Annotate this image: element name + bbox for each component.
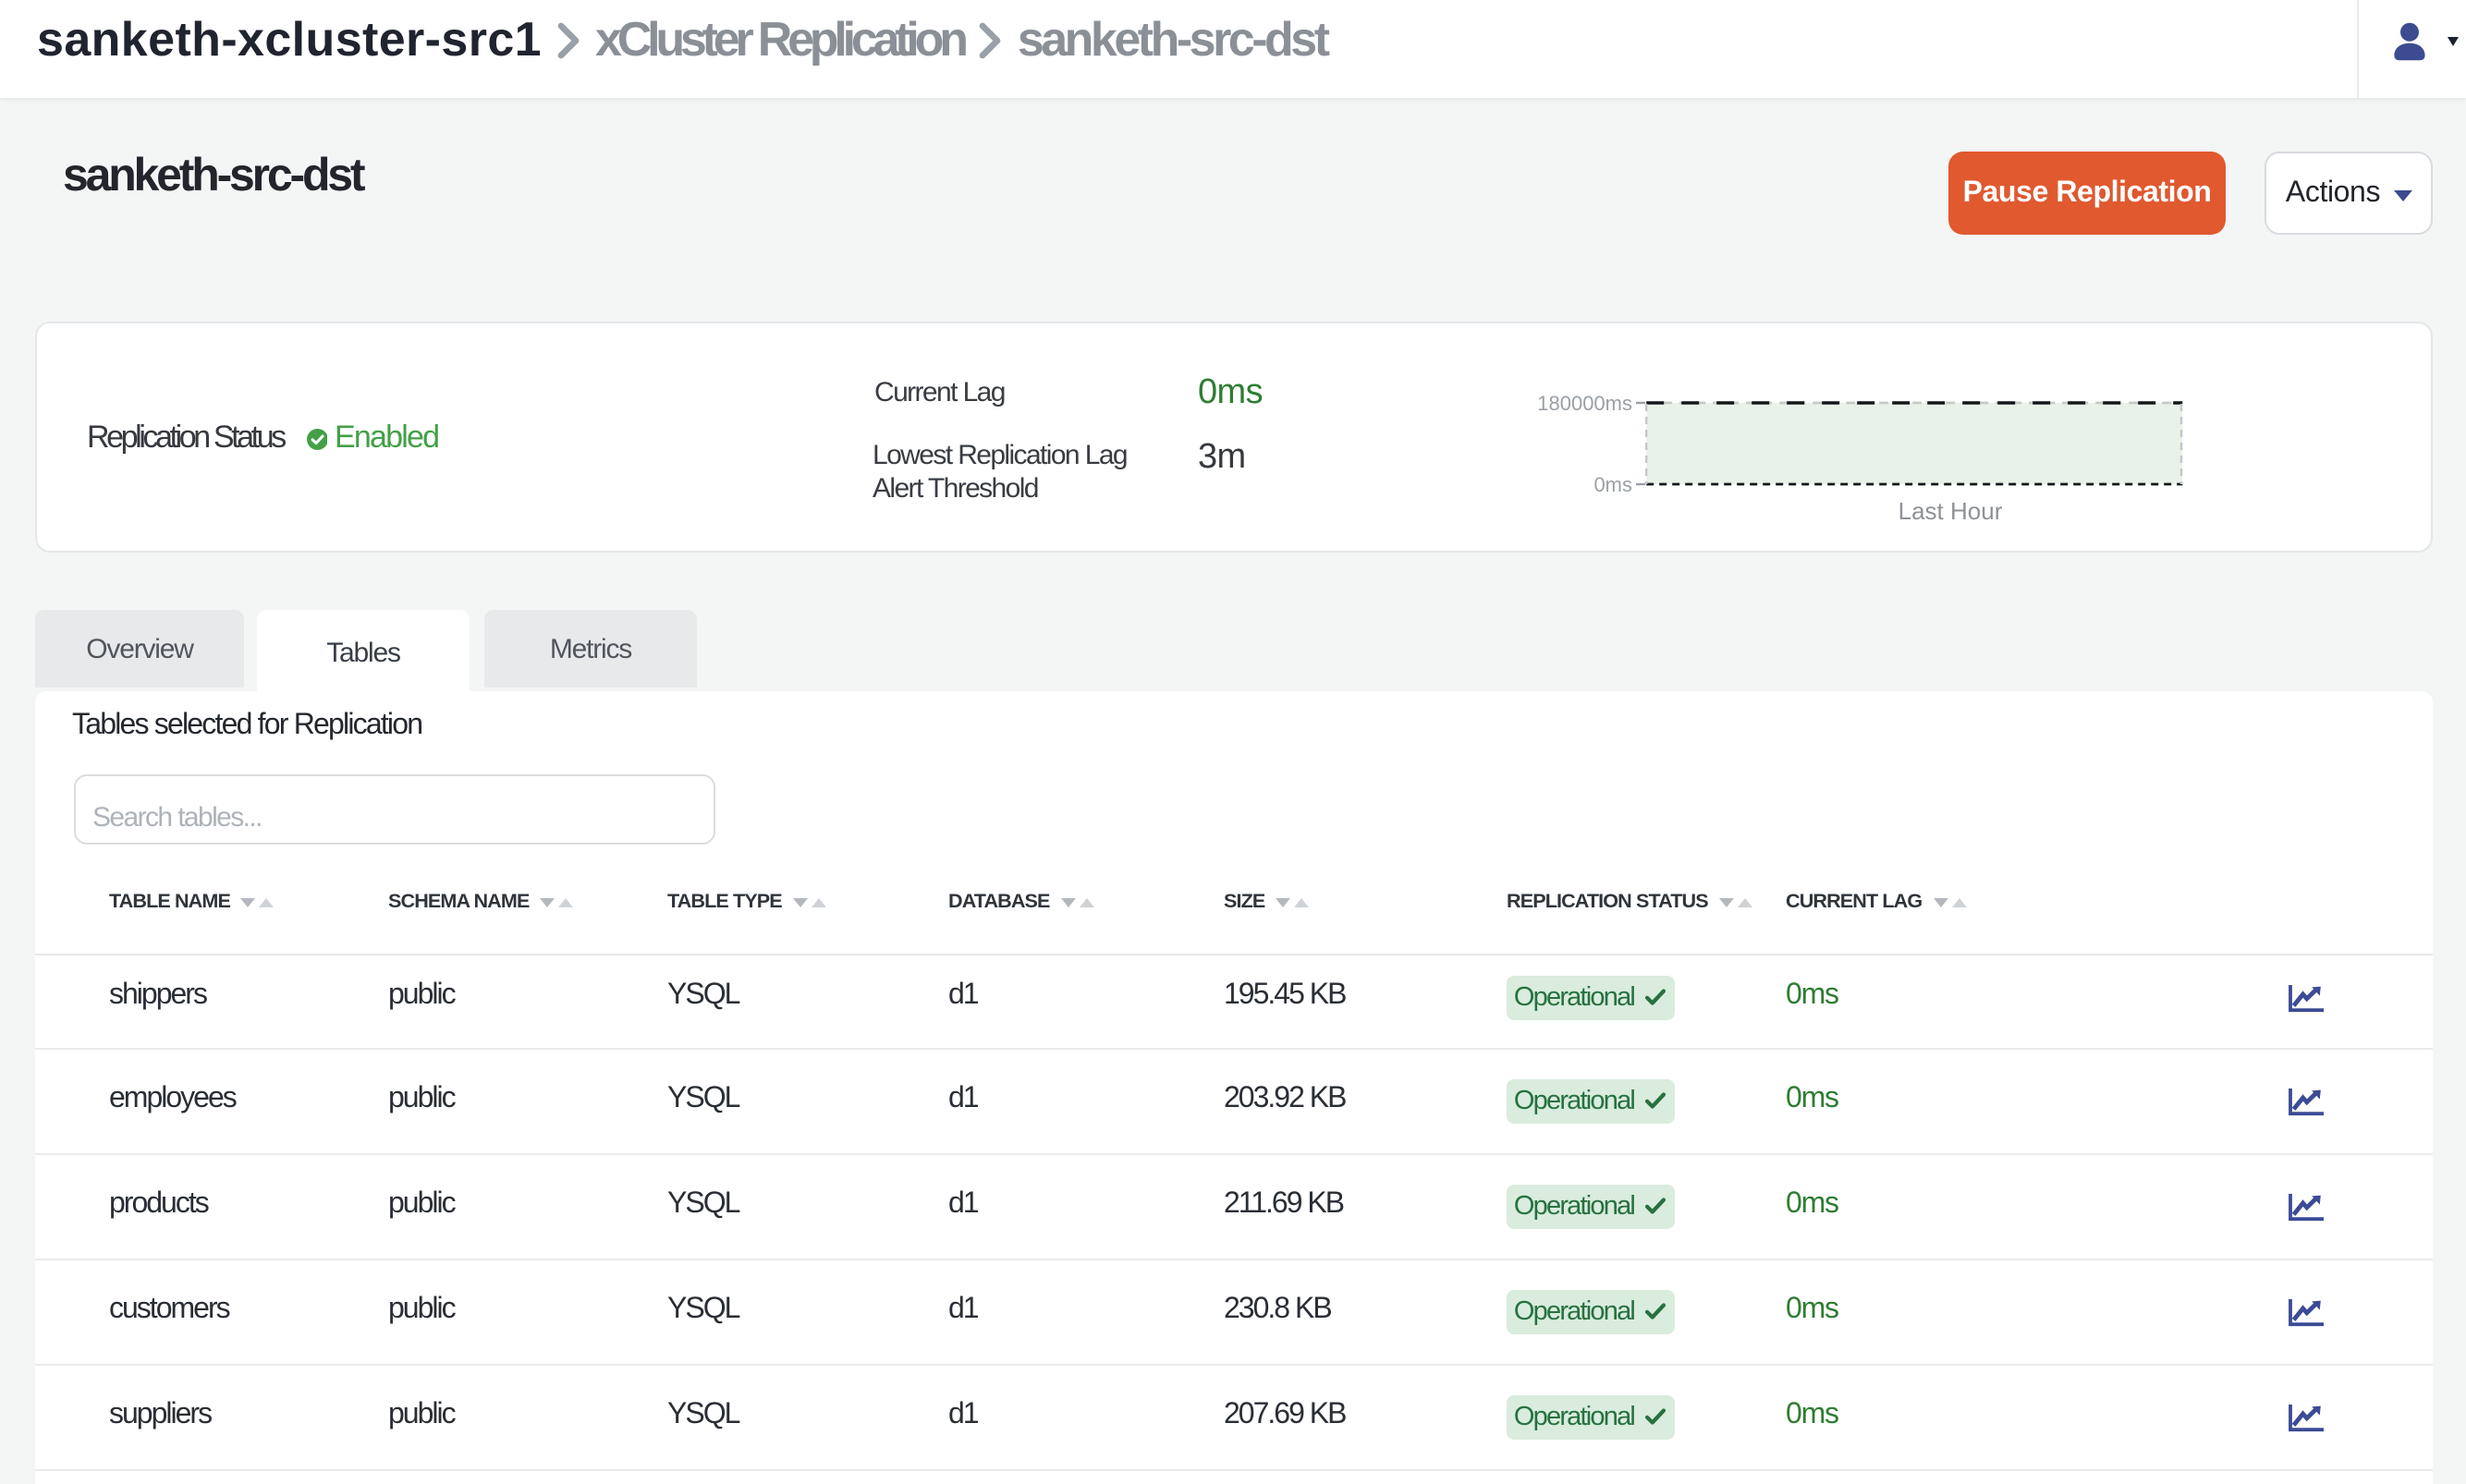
svg-text:180000ms: 180000ms	[1537, 392, 1632, 415]
svg-text:0ms: 0ms	[1593, 473, 1632, 493]
